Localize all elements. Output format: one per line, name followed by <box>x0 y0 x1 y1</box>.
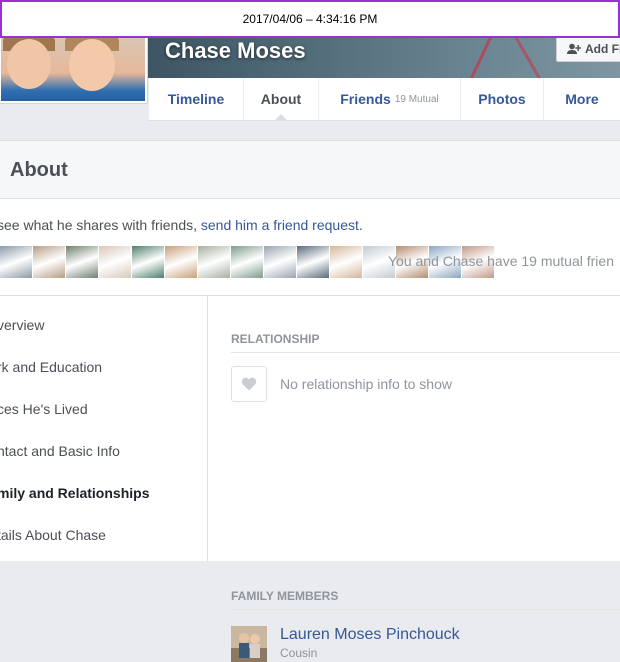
profile-name[interactable]: Chase Moses <box>165 38 306 64</box>
tab-timeline[interactable]: Timeline <box>148 78 243 120</box>
mutual-friend-thumb[interactable] <box>0 246 32 278</box>
mutual-friend-thumb[interactable] <box>330 246 362 278</box>
about-side-nav: verview rk and Education ces He's Lived nta… <box>0 296 208 561</box>
mutual-friend-thumb[interactable] <box>231 246 263 278</box>
mutual-friend-thumb[interactable] <box>99 246 131 278</box>
timestamp-text: 2017/04/06 – 4:34:16 PM <box>242 12 378 26</box>
no-relationship-text: No relationship info to show <box>280 376 452 392</box>
profile-tabs: Timeline About Friends 19 Mutual Photos More <box>148 78 620 121</box>
tab-label: Photos <box>478 91 526 107</box>
tab-mutual-count: 19 Mutual <box>394 93 439 105</box>
cover-decoration <box>510 36 549 78</box>
tab-about[interactable]: About <box>243 78 318 121</box>
side-nav-item[interactable]: ces He's Lived <box>0 401 88 417</box>
mutual-friend-thumb[interactable] <box>66 246 98 278</box>
add-friend-button[interactable]: Add Fr <box>556 36 620 62</box>
avatar-face-right <box>69 39 115 91</box>
add-friend-icon <box>567 43 581 54</box>
mutual-friend-thumb[interactable] <box>132 246 164 278</box>
relationship-heading: RELATIONSHIP <box>231 332 320 346</box>
family-members-heading: FAMILY MEMBERS <box>231 589 339 603</box>
family-member-relation: Cousin <box>280 646 318 660</box>
tab-label: Friends <box>340 91 391 107</box>
tab-label: Timeline <box>167 91 225 107</box>
about-header: About <box>0 141 620 199</box>
avatar-face-left <box>7 39 51 89</box>
tab-photos[interactable]: Photos <box>460 78 543 120</box>
family-member-photo[interactable] <box>231 626 267 662</box>
mutual-friends-text[interactable]: You and Chase have 19 mutual frien <box>388 253 614 269</box>
side-nav-item[interactable]: ntact and Basic Info <box>0 443 120 459</box>
heart-icon <box>241 377 257 391</box>
tab-label: More <box>565 91 599 107</box>
add-friend-label: Add Fr <box>585 42 620 56</box>
mutual-friend-thumb[interactable] <box>165 246 197 278</box>
family-member-name[interactable]: Lauren Moses Pinchouck <box>280 626 460 644</box>
relationship-placeholder <box>231 366 267 402</box>
notice-suffix: . <box>358 217 363 233</box>
send-friend-request-link[interactable]: send him a friend request <box>201 217 359 233</box>
privacy-notice: see what he shares with friends, send hi… <box>0 217 363 233</box>
tab-friends[interactable]: Friends 19 Mutual <box>318 78 460 120</box>
heading-underline <box>231 609 620 610</box>
mutual-friend-thumb[interactable] <box>198 246 230 278</box>
side-nav-item[interactable]: verview <box>0 317 44 333</box>
mutual-friend-thumb[interactable] <box>297 246 329 278</box>
notice-prefix: see what he shares with friends, <box>0 217 201 233</box>
side-nav-item[interactable]: rk and Education <box>0 359 102 375</box>
profile-picture[interactable] <box>0 30 148 104</box>
tab-more[interactable]: More <box>543 78 620 120</box>
side-nav-item[interactable]: mily and Relationships <box>0 485 149 501</box>
mutual-friend-thumb[interactable] <box>33 246 65 278</box>
cover-decoration <box>463 36 496 78</box>
about-title: About <box>10 159 68 181</box>
heading-underline <box>231 352 620 353</box>
timestamp-bar: 2017/04/06 – 4:34:16 PM <box>0 0 620 38</box>
mutual-friend-thumb[interactable] <box>264 246 296 278</box>
side-nav-item[interactable]: tails About Chase <box>0 527 106 543</box>
about-panel: About see what he shares with friends, s… <box>0 140 620 662</box>
tab-label: About <box>260 91 302 107</box>
